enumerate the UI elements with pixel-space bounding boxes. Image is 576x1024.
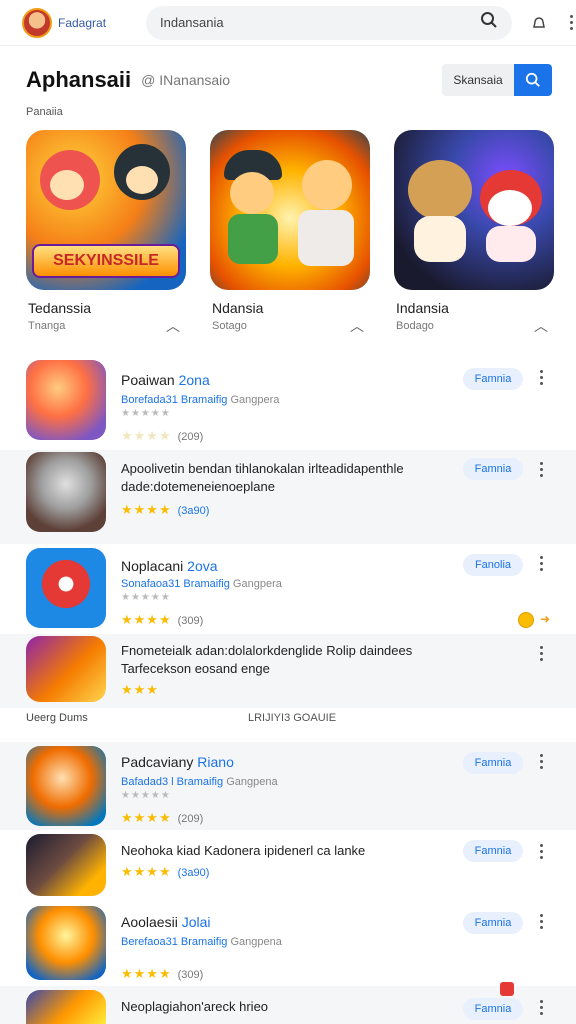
chevron-up-icon[interactable]: ︿ <box>350 316 364 336</box>
install-button[interactable]: Fanolia <box>463 554 523 576</box>
featured-app-category: Bodago <box>396 320 434 332</box>
more-menu-icon[interactable] <box>540 646 543 661</box>
app-developer: Berefaoa31 Bramaifig Gangpena <box>121 936 282 948</box>
section-label: Panaiia <box>26 106 63 118</box>
chevron-up-icon[interactable]: ︿ <box>534 316 548 336</box>
app-icon[interactable] <box>26 990 106 1024</box>
list-item[interactable]: Fnometeialk adan:dolalorkdenglide Rolip … <box>0 634 576 708</box>
page-subtitle: @ INanansaio <box>141 72 231 88</box>
gift-icon <box>500 982 514 996</box>
notification-icon[interactable] <box>524 8 554 38</box>
featured-app-name: Indansia <box>396 300 449 316</box>
header-search-field[interactable]: Skansaia <box>442 64 514 96</box>
brand-name: Fadagrat <box>58 15 107 30</box>
star-rating: ★★★★ (3a90) <box>121 864 210 879</box>
sub-rating: ★★★★★ <box>121 592 171 603</box>
app-icon[interactable] <box>26 548 106 628</box>
star-rating: ★★★★ (209) <box>121 810 204 825</box>
more-menu-icon[interactable] <box>540 1000 543 1015</box>
page-title: Aphansaii <box>26 67 132 92</box>
install-button[interactable]: Famnia <box>463 752 523 774</box>
install-button[interactable]: Famnia <box>463 912 523 934</box>
search-input[interactable]: Indansania <box>160 15 480 30</box>
featured-carousel: SEKYINSSILE Tedanssia Tnanga ︿ Ndansia S… <box>26 130 556 340</box>
subsection-link[interactable]: LRIJIYI3 GOAUIE <box>248 712 336 724</box>
app-icon[interactable] <box>26 746 106 826</box>
list-item[interactable]: Neoplagiahon'areck hrieo Famnia <box>0 982 576 1024</box>
app-developer: Bafadad3 l Bramaifig Gangpena <box>121 776 278 788</box>
app-icon[interactable] <box>26 906 106 980</box>
featured-card[interactable]: Ndansia Sotago ︿ <box>210 130 370 340</box>
app-title: Noplacani 2ova <box>121 558 218 574</box>
list-item[interactable]: Poaiwan 2ona Borefada31 Bramaifig Gangpe… <box>0 356 576 450</box>
list-item[interactable]: Neohoka kiad Kadonera ipidenerl ca lanke… <box>0 830 576 902</box>
list-item[interactable]: Aoolaesii Jolai Berefaoa31 Bramaifig Gan… <box>0 902 576 986</box>
app-icon[interactable] <box>26 452 106 532</box>
emoji-icon <box>518 612 534 628</box>
install-button[interactable]: Famnia <box>463 458 523 480</box>
app-title: Neohoka kiad Kadonera ipidenerl ca lanke <box>121 843 366 858</box>
star-rating: ★★★★ (3a90) <box>121 502 210 517</box>
search-icon[interactable] <box>480 11 498 34</box>
avatar[interactable] <box>22 7 52 38</box>
more-menu-icon[interactable] <box>556 8 576 38</box>
subsection-header: Ueerg Dums LRIJIYI3 GOAUIE <box>0 708 576 728</box>
more-menu-icon[interactable] <box>540 844 543 859</box>
list-item[interactable]: Padcaviany Riano Bafadad3 l Bramaifig Ga… <box>0 742 576 830</box>
more-menu-icon[interactable] <box>540 370 543 385</box>
app-title: Neoplagiahon'areck hrieo <box>121 999 269 1014</box>
featured-app-image[interactable] <box>210 130 370 290</box>
app-title: Aoolaesii Jolai <box>121 914 211 930</box>
search-bar[interactable]: Indansania <box>146 5 512 40</box>
featured-app-name: Ndansia <box>212 300 264 316</box>
top-bar: Fadagrat Indansania <box>0 0 576 46</box>
subsection-label: Ueerg Dums <box>26 712 88 724</box>
app-icon[interactable] <box>26 360 106 440</box>
star-rating: ★★★★ (209) <box>121 428 204 443</box>
app-title: Apoolivetin bendan tihlanokalan irlteadi… <box>121 461 404 494</box>
more-menu-icon[interactable] <box>540 914 543 929</box>
list-item[interactable]: Noplacani 2ova Sonafaoa31 Bramaifig Gang… <box>0 544 576 634</box>
header-search: Skansaia <box>442 64 552 96</box>
more-menu-icon[interactable] <box>540 462 543 477</box>
app-developer: Borefada31 Bramaifig Gangpera <box>121 394 280 406</box>
featured-app-image[interactable] <box>394 130 554 290</box>
more-menu-icon[interactable] <box>540 754 543 769</box>
install-button[interactable]: Famnia <box>463 368 523 390</box>
app-title: Poaiwan 2ona <box>121 372 210 388</box>
star-rating: ★★★★ (309) <box>121 612 204 627</box>
app-developer: Sonafaoa31 Bramaifig Gangpera <box>121 578 282 590</box>
featured-app-image[interactable]: SEKYINSSILE <box>26 130 186 290</box>
app-title: Fnometeialk adan:dolalorkdenglide Rolip … <box>121 643 413 676</box>
sub-rating: ★★★★★ <box>121 790 171 801</box>
app-title: Padcaviany Riano <box>121 754 234 770</box>
app-icon[interactable] <box>26 636 106 702</box>
star-rating: ★★★★ (309) <box>121 966 204 981</box>
featured-app-category: Tnanga <box>28 320 66 332</box>
featured-app-name: Tedanssia <box>28 300 92 316</box>
more-menu-icon[interactable] <box>540 556 543 571</box>
featured-card[interactable]: SEKYINSSILE Tedanssia Tnanga ︿ <box>26 130 186 340</box>
featured-app-category: Sotago <box>212 320 247 332</box>
chevron-up-icon[interactable]: ︿ <box>166 316 180 336</box>
featured-card[interactable]: Indansia Bodago ︿ <box>394 130 554 340</box>
install-button[interactable]: Famnia <box>463 840 523 862</box>
app-icon[interactable] <box>26 834 106 896</box>
star-rating: ★★★ <box>121 682 159 697</box>
arrow-icon: ➜ <box>540 612 551 626</box>
install-button[interactable]: Famnia <box>463 998 523 1020</box>
sub-rating: ★★★★★ <box>121 408 171 419</box>
featured-banner-text: SEKYINSSILE <box>32 244 180 278</box>
header-search-button[interactable] <box>514 64 552 96</box>
page-header: Aphansaii @ INanansaio Skansaia <box>0 60 576 100</box>
list-item[interactable]: Apoolivetin bendan tihlanokalan irlteadi… <box>0 450 576 544</box>
search-icon <box>525 72 540 87</box>
